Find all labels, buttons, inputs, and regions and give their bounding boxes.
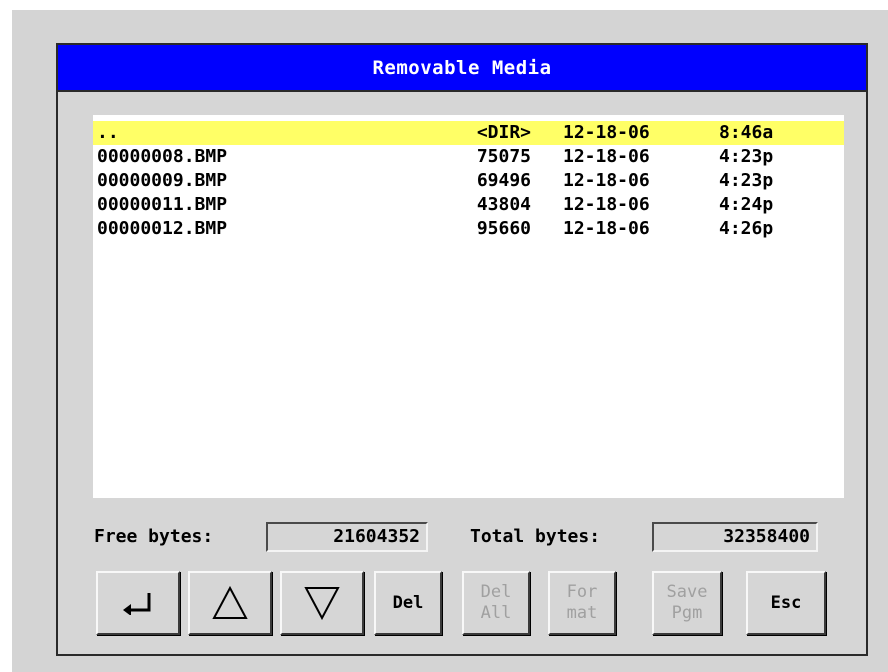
escape-button-label: Esc [770, 592, 802, 613]
file-size: <DIR> [476, 122, 531, 143]
total-bytes-label: Total bytes: [470, 526, 601, 547]
file-time: 4:23p [719, 170, 774, 191]
delete-button-label: Del [392, 592, 424, 613]
file-row[interactable]: 00000008.BMP 75075 12-18-06 4:23p [93, 145, 844, 169]
enter-arrow-icon [123, 593, 151, 615]
file-row[interactable]: 00000011.BMP 43804 12-18-06 4:24p [93, 193, 844, 217]
save-program-button[interactable]: Save Pgm [652, 571, 722, 635]
file-size: 95660 [476, 218, 531, 239]
format-label-line1: For [566, 582, 598, 602]
file-list[interactable]: .. <DIR> 12-18-06 8:46a 00000008.BMP 750… [93, 115, 844, 498]
format-button[interactable]: For mat [548, 571, 616, 635]
total-bytes-value: 32358400 [652, 522, 818, 552]
file-time: 4:23p [719, 146, 774, 167]
scroll-down-button[interactable] [280, 571, 364, 635]
file-date: 12-18-06 [563, 122, 650, 143]
screen-background: Removable Media .. <DIR> 12-18-06 8:46a … [12, 10, 888, 672]
file-name: 00000009.BMP [97, 170, 228, 191]
file-date: 12-18-06 [563, 218, 650, 239]
scroll-up-button[interactable] [188, 571, 272, 635]
file-size: 69496 [476, 170, 531, 191]
file-name: 00000008.BMP [97, 146, 228, 167]
triangle-up-icon [212, 585, 248, 619]
escape-button[interactable]: Esc [746, 571, 826, 635]
file-name: 00000012.BMP [97, 218, 228, 239]
file-size: 75075 [476, 146, 531, 167]
file-row[interactable]: 00000009.BMP 69496 12-18-06 4:23p [93, 169, 844, 193]
enter-button[interactable] [96, 571, 180, 635]
file-date: 12-18-06 [563, 146, 650, 167]
triangle-down-icon [304, 587, 340, 621]
file-time: 4:26p [719, 218, 774, 239]
free-bytes-value: 21604352 [266, 522, 428, 552]
dialog-title: Removable Media [58, 45, 866, 92]
file-date: 12-18-06 [563, 194, 650, 215]
delete-all-button[interactable]: Del All [462, 571, 530, 635]
delete-all-label-line1: Del [480, 582, 512, 602]
file-time: 4:24p [719, 194, 774, 215]
file-name: .. [97, 122, 119, 143]
file-row[interactable]: 00000012.BMP 95660 12-18-06 4:26p [93, 217, 844, 241]
delete-button[interactable]: Del [374, 571, 442, 635]
delete-all-label-line2: All [480, 603, 512, 623]
removable-media-dialog: Removable Media .. <DIR> 12-18-06 8:46a … [56, 43, 868, 656]
format-label-line2: mat [566, 603, 598, 623]
save-program-label-line2: Pgm [671, 603, 703, 623]
free-bytes-label: Free bytes: [94, 526, 214, 547]
file-size: 43804 [476, 194, 531, 215]
file-date: 12-18-06 [563, 170, 650, 191]
file-row[interactable]: .. <DIR> 12-18-06 8:46a [93, 121, 844, 145]
file-time: 8:46a [719, 122, 774, 143]
file-name: 00000011.BMP [97, 194, 228, 215]
save-program-label-line1: Save [666, 582, 708, 602]
